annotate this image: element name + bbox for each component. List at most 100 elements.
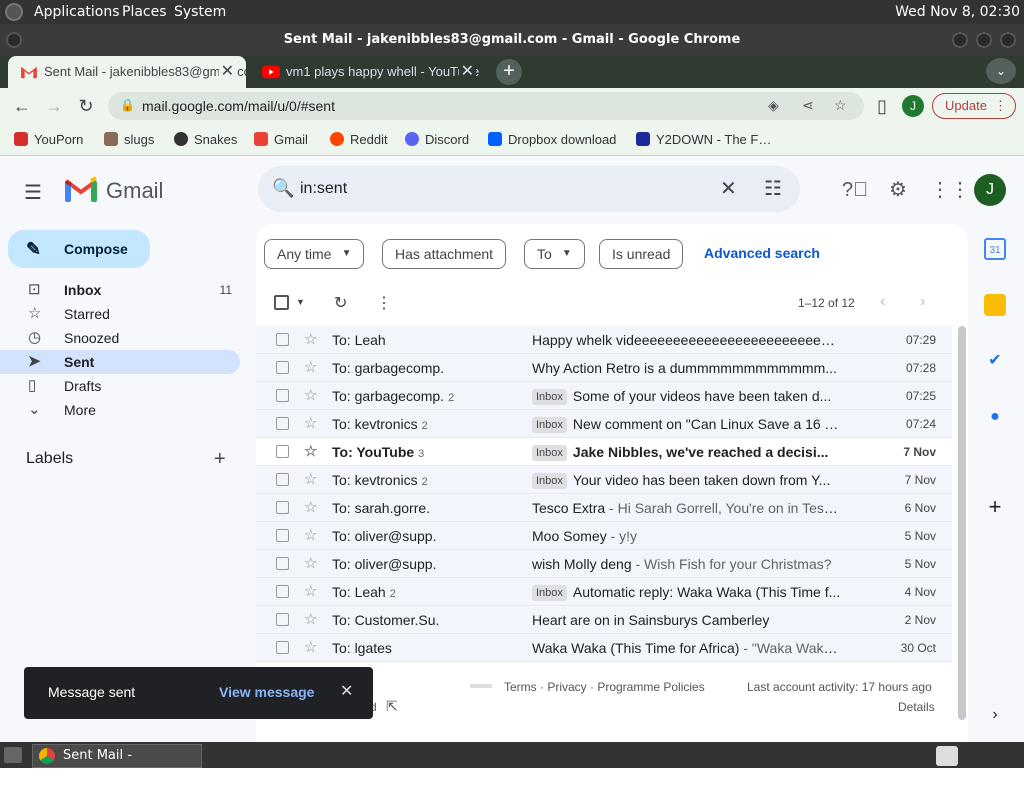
- star-icon[interactable]: ☆: [304, 326, 317, 354]
- update-button[interactable]: Update ⋮: [932, 93, 1016, 119]
- details-link[interactable]: Details: [898, 700, 935, 714]
- window-title-bar[interactable]: Sent Mail - jakenibbles83@gmail.com - Gm…: [0, 24, 1024, 56]
- star-icon[interactable]: ☆: [304, 494, 317, 522]
- nav-item-snoozed[interactable]: ◷ Snoozed: [0, 326, 240, 350]
- advanced-search-link[interactable]: Advanced search: [704, 245, 820, 261]
- window-close-icon[interactable]: [1000, 32, 1016, 48]
- new-tab-button[interactable]: +: [496, 59, 522, 85]
- star-icon[interactable]: ☆: [304, 578, 317, 606]
- row-checkbox[interactable]: [276, 529, 289, 542]
- table-row[interactable]: ☆ To: lgates Waka Waka (This Time for Afri…: [256, 634, 952, 662]
- help-icon[interactable]: ?⃝: [842, 178, 868, 202]
- lock-icon[interactable]: 🔒: [120, 98, 135, 112]
- search-options-icon[interactable]: ☷: [764, 176, 782, 201]
- clock[interactable]: Wed Nov 8, 02:30: [895, 4, 1020, 20]
- minimize-icon[interactable]: [952, 32, 968, 48]
- mail-search-bar[interactable]: 🔍 in:sent ✕ ☷: [258, 166, 800, 212]
- nav-item-starred[interactable]: ☆ Starred: [0, 302, 240, 326]
- bookmark-item[interactable]: YouPorn: [14, 132, 83, 147]
- reload-icon[interactable]: ↻: [74, 94, 98, 118]
- star-icon[interactable]: ☆: [304, 466, 317, 494]
- bookmark-item[interactable]: Dropbox download: [488, 132, 616, 147]
- row-checkbox[interactable]: [276, 641, 289, 654]
- open-external-icon[interactable]: ⇱: [386, 698, 398, 715]
- star-icon[interactable]: ☆: [304, 410, 317, 438]
- bookmark-item[interactable]: Y2DOWN - The F…: [636, 132, 771, 147]
- star-icon[interactable]: ☆: [304, 522, 317, 550]
- any-time-filter[interactable]: Any time ▼: [264, 239, 365, 269]
- system-logo-icon[interactable]: [5, 3, 23, 21]
- clear-search-icon[interactable]: ✕: [720, 176, 737, 201]
- tab-search-icon[interactable]: ⌄: [986, 58, 1016, 84]
- row-checkbox[interactable]: [276, 473, 289, 486]
- expand-panel-icon[interactable]: ›: [984, 704, 1006, 726]
- gmail-logo-icon[interactable]: [64, 176, 98, 204]
- row-checkbox[interactable]: [276, 557, 289, 570]
- bookmark-item[interactable]: Gmail: [254, 132, 308, 147]
- newer-icon[interactable]: ‹: [880, 293, 885, 311]
- scrollbar[interactable]: [958, 326, 966, 720]
- side-panel-icon[interactable]: ▯: [870, 94, 894, 118]
- settings-gear-icon[interactable]: ⚙: [886, 178, 910, 202]
- tab-close-icon[interactable]: ✕: [458, 56, 476, 88]
- places-menu[interactable]: Places: [122, 4, 167, 20]
- add-addon-icon[interactable]: +: [984, 496, 1006, 518]
- table-row[interactable]: ☆ To: kevtronics 2 Inbox Your video has been…: [256, 466, 952, 494]
- table-row[interactable]: ☆ To: sarah.gorre. Tesco Extra - Hi Sarah …: [256, 494, 952, 522]
- tray-chrome-icon[interactable]: [936, 746, 958, 766]
- row-checkbox[interactable]: [276, 501, 289, 514]
- table-row[interactable]: ☆ To: oliver@supp. wish Molly deng - Wish …: [256, 550, 952, 578]
- bookmark-item[interactable]: Reddit: [330, 132, 388, 147]
- bookmark-star-icon[interactable]: ☆: [834, 97, 847, 114]
- refresh-icon[interactable]: ↻: [334, 293, 347, 313]
- star-icon[interactable]: ☆: [304, 606, 317, 634]
- profile-avatar[interactable]: J: [902, 95, 924, 117]
- bookmark-item[interactable]: slugs: [104, 132, 154, 147]
- address-bar[interactable]: 🔒 mail.google.com/mail/u/0/#sent ◈ ⋖ ☆: [108, 92, 864, 120]
- taskbar-chrome-window[interactable]: Sent Mail - jakenibbl...: [32, 744, 202, 785]
- older-icon[interactable]: ›: [920, 293, 925, 311]
- footer-links[interactable]: Terms · Privacy · Programme Policies: [504, 680, 705, 694]
- table-row[interactable]: ☆ To: YouTube 3 Inbox Jake Nibbles, we've re…: [256, 438, 952, 466]
- calendar-icon[interactable]: 31: [984, 238, 1006, 260]
- main-menu-icon[interactable]: ☰: [24, 180, 42, 205]
- maximize-icon[interactable]: [976, 32, 992, 48]
- create-label-icon[interactable]: +: [214, 448, 226, 471]
- nav-item-more[interactable]: ⌄ More: [0, 398, 240, 422]
- lens-icon[interactable]: ◈: [768, 97, 779, 114]
- star-icon[interactable]: ☆: [304, 634, 317, 662]
- apps-grid-icon[interactable]: ⋮⋮: [930, 178, 970, 202]
- tab-sent-mail[interactable]: Sent Mail - jakenibbles83@gmail.com ✕: [8, 56, 246, 88]
- show-desktop-icon[interactable]: [4, 747, 22, 763]
- star-icon[interactable]: ☆: [304, 354, 317, 382]
- window-menu-icon[interactable]: [6, 32, 22, 48]
- bookmark-item[interactable]: Snakes: [174, 132, 237, 147]
- tab-close-icon[interactable]: ✕: [218, 56, 236, 88]
- is-unread-filter[interactable]: Is unread: [599, 239, 684, 269]
- row-checkbox[interactable]: [276, 417, 289, 430]
- has-attachment-filter[interactable]: Has attachment: [382, 239, 507, 269]
- keep-icon[interactable]: [984, 294, 1006, 316]
- account-avatar[interactable]: J: [974, 174, 1006, 206]
- tasks-icon[interactable]: ✔: [984, 350, 1006, 372]
- row-checkbox[interactable]: [276, 613, 289, 626]
- table-row[interactable]: ☆ To: garbagecomp. 2 Inbox Some of your vide…: [256, 382, 952, 410]
- system-menu[interactable]: System: [174, 4, 226, 20]
- compose-button[interactable]: ✎ Compose: [8, 230, 150, 268]
- select-all-checkbox[interactable]: [274, 295, 289, 310]
- bookmark-item[interactable]: Discord: [405, 132, 469, 147]
- star-icon[interactable]: ☆: [304, 382, 317, 410]
- table-row[interactable]: ☆ To: Leah Happy whelk videeeeeeeeeeeeeeee…: [256, 326, 952, 354]
- row-checkbox[interactable]: [276, 585, 289, 598]
- table-row[interactable]: ☆ To: Leah 2 Inbox Automatic reply: Waka Wak…: [256, 578, 952, 606]
- row-checkbox[interactable]: [276, 445, 289, 458]
- search-icon[interactable]: 🔍: [272, 178, 294, 199]
- forward-icon[interactable]: →: [42, 94, 66, 118]
- more-options-icon[interactable]: ⋮: [376, 293, 392, 313]
- applications-menu[interactable]: Applications: [34, 4, 120, 20]
- star-icon[interactable]: ☆: [304, 438, 317, 466]
- contacts-icon[interactable]: ●: [984, 406, 1006, 428]
- view-message-link[interactable]: View message: [219, 684, 314, 700]
- table-row[interactable]: ☆ To: garbagecomp. Why Action Retro is a d…: [256, 354, 952, 382]
- star-icon[interactable]: ☆: [304, 550, 317, 578]
